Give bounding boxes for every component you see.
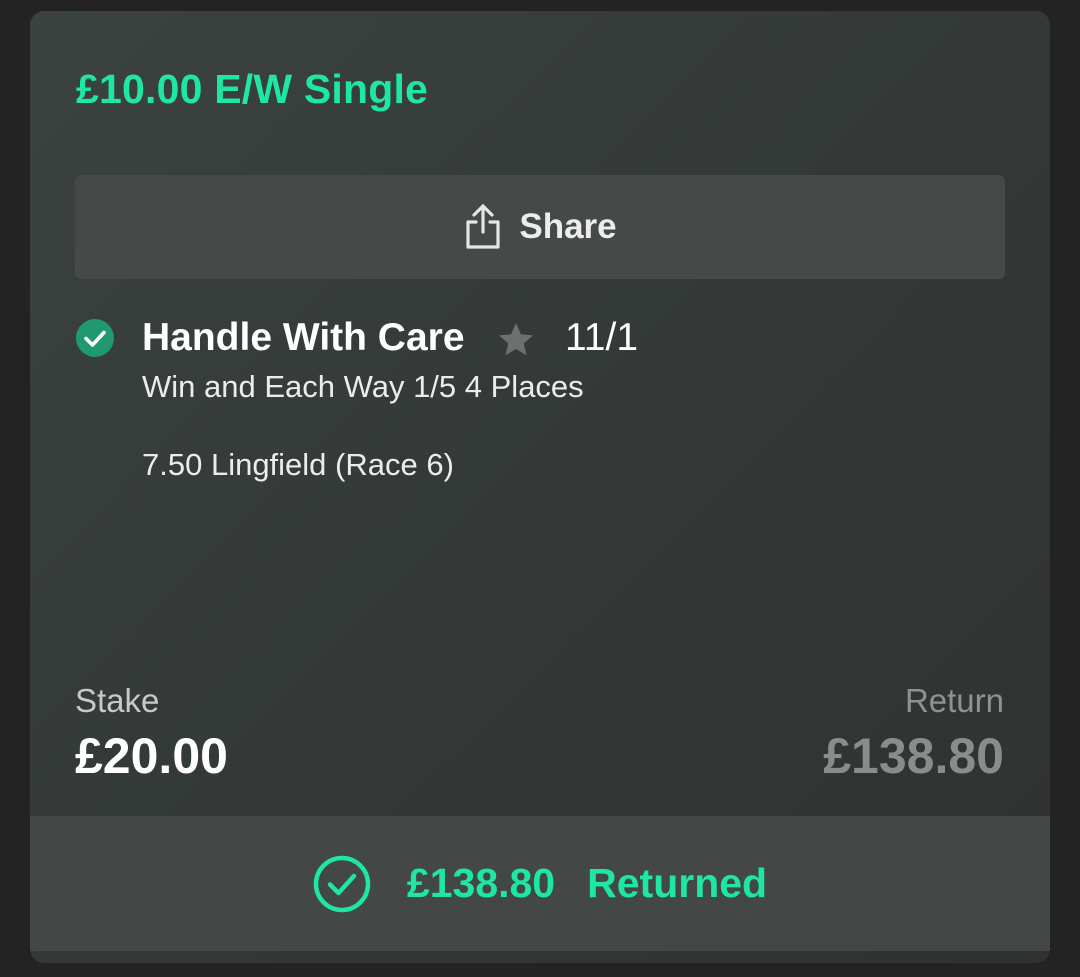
selection-name: Handle With Care <box>142 316 465 359</box>
return-value: £138.80 <box>823 728 1004 784</box>
share-icon <box>466 204 500 249</box>
check-circle-icon <box>76 319 114 357</box>
share-button[interactable]: Share <box>75 175 1005 279</box>
stake-value: £20.00 <box>75 728 228 784</box>
share-label: Share <box>519 207 617 246</box>
bet-card: £10.00 E/W Single Share Handle With Care… <box>30 11 1050 963</box>
returned-label: Returned <box>587 860 768 906</box>
check-circle-outline-icon <box>313 855 371 912</box>
returned-amount: £138.80 <box>406 860 556 906</box>
stake-label: Stake <box>75 682 160 719</box>
result-bar: £138.80 Returned <box>30 816 1050 951</box>
selection-odds: 11/1 <box>565 316 639 359</box>
market-description: Win and Each Way 1/5 4 Places <box>142 369 584 404</box>
star-icon[interactable] <box>496 320 536 360</box>
return-label: Return <box>904 682 1004 719</box>
event-name: 7.50 Lingfield (Race 6) <box>142 447 454 482</box>
bet-title: £10.00 E/W Single <box>76 66 429 112</box>
